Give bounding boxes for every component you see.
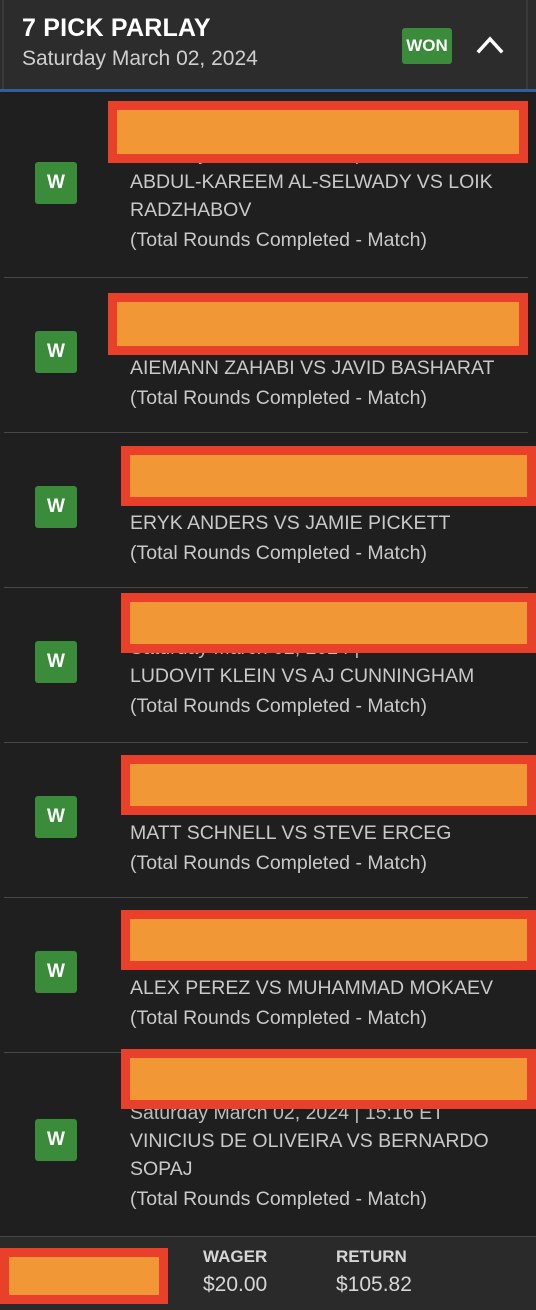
redacted-selection (121, 755, 536, 815)
redacted-selection (121, 446, 536, 506)
leg-market: (Total Rounds Completed - Match) (130, 542, 427, 564)
redacted-selection (121, 910, 536, 970)
collapse-chevron-up-icon[interactable] (470, 24, 510, 64)
redacted-selection (108, 101, 528, 163)
parlay-card: 7 PICK PARLAY Saturday March 02, 2024 WO… (0, 0, 536, 1310)
leg-market: (Total Rounds Completed - Match) (130, 387, 427, 409)
redacted-selection (121, 1049, 536, 1109)
redacted-selection (108, 293, 528, 355)
parlay-title: 7 PICK PARLAY (22, 14, 211, 42)
leg-matchup: ABDUL-KAREEM AL-SELWADY VS LOIK RADZHABO… (130, 171, 493, 221)
leg-win-badge: W (35, 486, 77, 528)
redacted-bet-id (0, 1248, 168, 1304)
leg-win-badge: W (35, 641, 77, 683)
leg-matchup: ALEX PEREZ VS MUHAMMAD MOKAEV (130, 977, 493, 999)
leg-market: (Total Rounds Completed - Match) (130, 229, 427, 251)
leg-matchup: ERYK ANDERS VS JAMIE PICKETT (130, 512, 451, 534)
parlay-header[interactable]: 7 PICK PARLAY Saturday March 02, 2024 WO… (0, 0, 536, 92)
leg-market: (Total Rounds Completed - Match) (130, 695, 427, 717)
parlay-date: Saturday March 02, 2024 (22, 47, 258, 70)
header-right-edge (526, 0, 528, 89)
leg-matchup: AIEMANN ZAHABI VS JAVID BASHARAT (130, 357, 495, 379)
leg-win-badge: W (35, 796, 77, 838)
leg-win-badge: W (35, 331, 77, 373)
leg-market: (Total Rounds Completed - Match) (130, 1007, 427, 1029)
won-status-badge: WON (402, 28, 452, 64)
leg-market: (Total Rounds Completed - Match) (130, 1188, 427, 1210)
leg-win-badge: W (35, 951, 77, 993)
return-label: RETURN (336, 1247, 407, 1266)
wager-label: WAGER (203, 1247, 268, 1266)
leg-win-badge: W (35, 162, 77, 204)
wager-value: $20.00 (203, 1273, 268, 1296)
leg-matchup: VINICIUS DE OLIVEIRA VS BERNARDO SOPAJ (130, 1130, 489, 1180)
leg-matchup: MATT SCHNELL VS STEVE ERCEG (130, 822, 452, 844)
redacted-selection (121, 593, 536, 653)
leg-matchup: LUDOVIT KLEIN VS AJ CUNNINGHAM (130, 665, 475, 687)
return-value: $105.82 (336, 1273, 412, 1296)
leg-win-badge: W (35, 1119, 77, 1161)
leg-market: (Total Rounds Completed - Match) (130, 852, 427, 874)
header-left-edge (2, 0, 4, 89)
